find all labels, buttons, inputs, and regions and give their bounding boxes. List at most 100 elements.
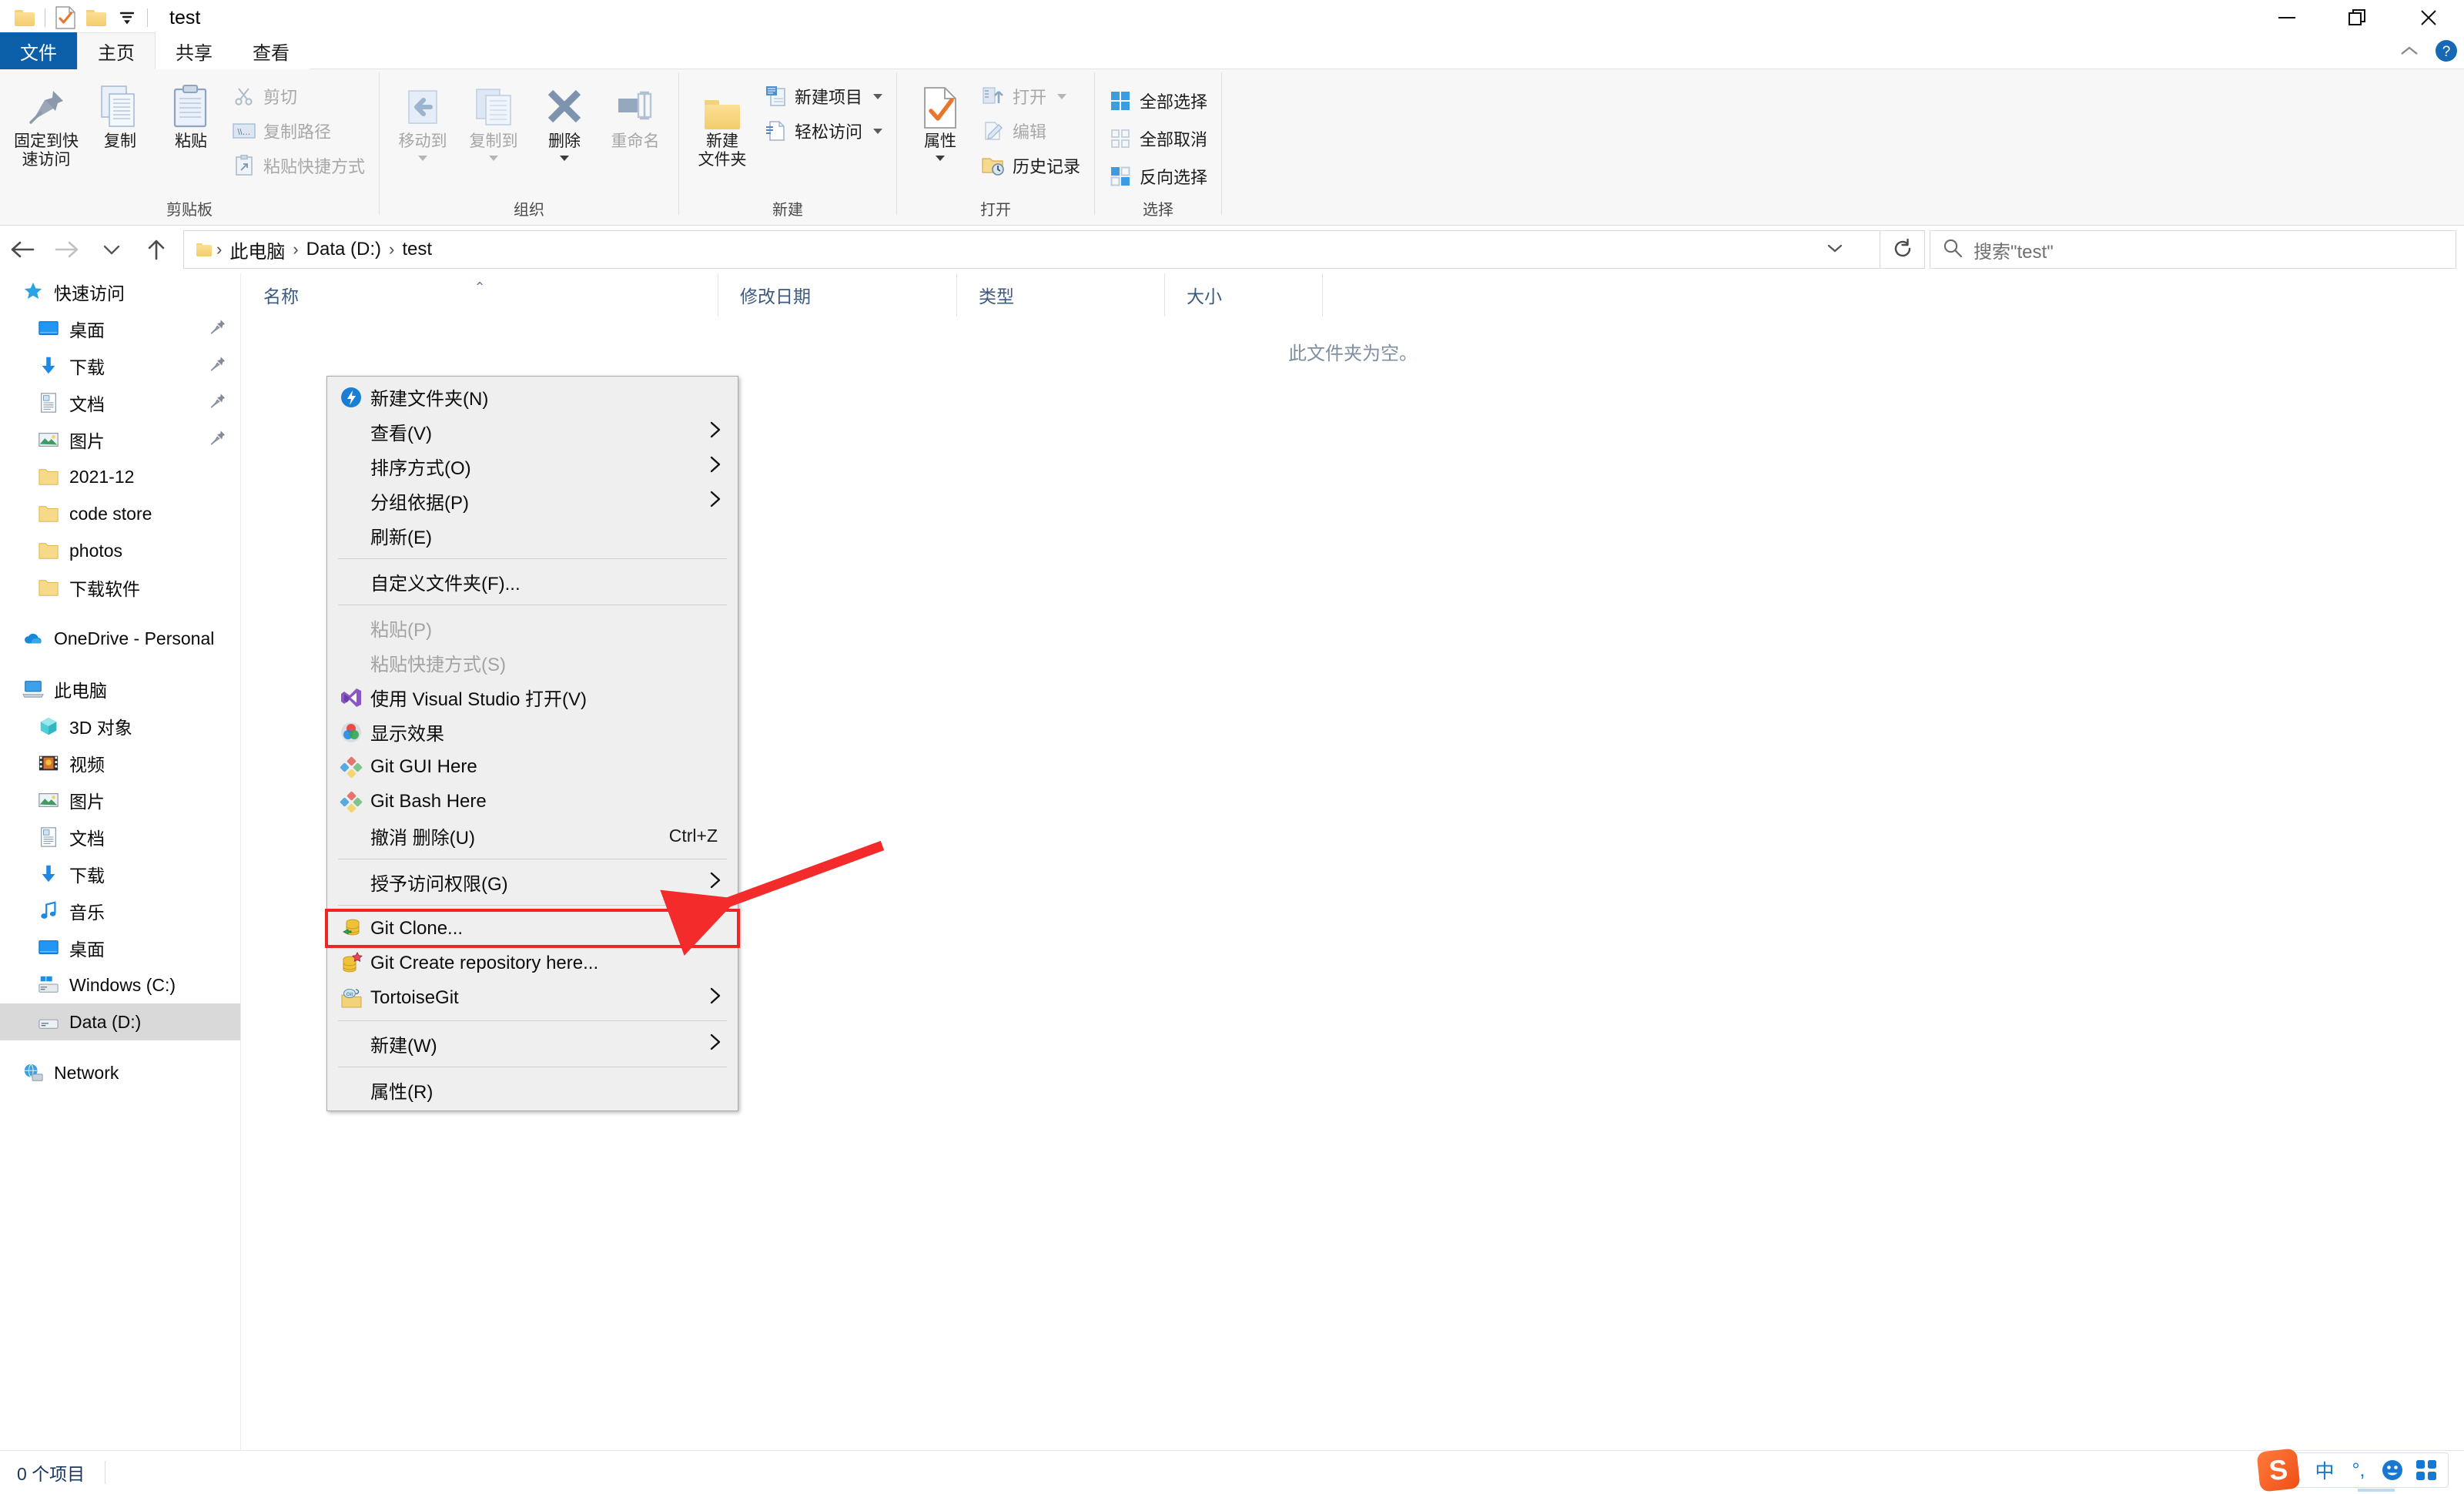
qat-folder-icon[interactable] — [9, 2, 40, 33]
up-button[interactable] — [134, 228, 179, 271]
sidebar-item-[interactable]: 桌面 — [0, 930, 240, 966]
open-button[interactable]: 打开 — [976, 80, 1086, 112]
cut-button[interactable]: 剪切 — [226, 80, 371, 112]
sidebar-item-[interactable]: 音乐 — [0, 893, 240, 930]
ime-smiley-icon[interactable] — [2375, 1455, 2409, 1486]
context-menu-item-git-create-repository-here[interactable]: Git Create repository here... — [327, 946, 738, 980]
back-button[interactable] — [0, 228, 45, 271]
edit-button[interactable]: 编辑 — [976, 115, 1086, 147]
context-menu-item-git-clone[interactable]: Git Clone... — [325, 909, 740, 948]
copy-button[interactable]: 复制 — [85, 75, 156, 156]
sidebar-item-code-store[interactable]: code store — [0, 495, 240, 532]
chevron-down-icon[interactable] — [1057, 93, 1067, 99]
forward-button[interactable] — [45, 228, 89, 271]
maximize-button[interactable] — [2322, 0, 2393, 35]
pin-icon[interactable] — [209, 393, 226, 414]
sidebar-item-windows-c[interactable]: Windows (C:) — [0, 966, 240, 1003]
chevron-down-icon[interactable] — [560, 155, 570, 161]
navigation-pane[interactable]: 快速访问 桌面 下载 文档 图片 2021-12 code store photos 下载软件 O… — [0, 273, 241, 1450]
context-menu-item-显示效果[interactable]: 显示效果 — [327, 715, 738, 749]
context-menu-item-使用-visual-studio-打开-v[interactable]: 使用 Visual Studio 打开(V) — [327, 680, 738, 715]
context-menu-item-新建文件夹-n[interactable]: 新建文件夹(N) — [327, 380, 738, 414]
context-menu-item-tortoisegit[interactable]: Git TortoiseGit — [327, 980, 738, 1015]
context-menu-item-查看-v[interactable]: 查看(V) — [327, 414, 738, 449]
breadcrumb-test[interactable]: test — [396, 239, 438, 260]
select-none-button[interactable]: 全部取消 — [1103, 122, 1214, 155]
properties-button[interactable]: 属性 — [905, 75, 976, 166]
context-menu-item-git-bash-here[interactable]: Git Bash Here — [327, 784, 738, 819]
refresh-button[interactable] — [1880, 230, 1925, 269]
context-menu-item-分组依据-p[interactable]: 分组依据(P) — [327, 484, 738, 518]
sidebar-item-[interactable]: 下载 — [0, 856, 240, 893]
tab-share[interactable]: 共享 — [156, 32, 233, 69]
ime-chinese-mode-button[interactable]: 中 — [2308, 1455, 2342, 1486]
copy-path-button[interactable]: \\… 复制路径 — [226, 115, 371, 147]
sidebar-item-network[interactable]: Network — [0, 1054, 240, 1091]
ime-punctuation-button[interactable]: °, — [2342, 1455, 2375, 1486]
tab-view[interactable]: 查看 — [233, 32, 310, 69]
chevron-down-icon[interactable] — [418, 155, 428, 161]
sidebar-item-[interactable]: 桌面 — [0, 310, 240, 347]
breadcrumb-data-d[interactable]: Data (D:) — [300, 239, 387, 260]
help-icon[interactable]: ? — [2435, 39, 2458, 66]
chevron-down-icon[interactable] — [489, 155, 499, 161]
pin-icon[interactable] — [209, 319, 226, 340]
close-button[interactable] — [2393, 0, 2464, 35]
invert-selection-button[interactable]: 反向选择 — [1103, 160, 1214, 193]
column-header-type[interactable]: 类型 — [956, 273, 1164, 317]
address-dropdown-icon[interactable] — [1826, 242, 1844, 258]
sidebar-item-[interactable]: 视频 — [0, 745, 240, 782]
history-button[interactable]: 历史记录 — [976, 149, 1086, 182]
sidebar-item-2021-12[interactable]: 2021-12 — [0, 458, 240, 495]
delete-button[interactable]: 删除 — [529, 75, 600, 166]
sidebar-item-[interactable]: 图片 — [0, 421, 240, 458]
pin-icon[interactable] — [209, 430, 226, 451]
sidebar-item-[interactable]: 下载软件 — [0, 569, 240, 606]
sidebar-item-[interactable]: 此电脑 — [0, 671, 240, 708]
sidebar-item-[interactable]: 文档 — [0, 819, 240, 856]
context-menu-item-新建-w[interactable]: 新建(W) — [327, 1027, 738, 1061]
paste-shortcut-button[interactable]: 粘贴快捷方式 — [226, 149, 371, 182]
ime-toolbar[interactable]: S 中 °, — [2256, 1448, 2449, 1492]
move-to-button[interactable]: 移动到 — [387, 75, 458, 166]
new-item-button[interactable]: 新建项目 — [758, 80, 889, 112]
sidebar-item-[interactable]: 下载 — [0, 347, 240, 384]
qat-customize-dropdown-icon[interactable] — [112, 2, 142, 33]
copy-to-button[interactable]: 复制到 — [458, 75, 529, 166]
ime-toolbox-icon[interactable] — [2409, 1455, 2443, 1486]
tab-home[interactable]: 主页 — [77, 32, 156, 69]
context-menu-item-撤消-删除-u[interactable]: 撤消 删除(U) Ctrl+Z — [327, 819, 738, 853]
qat-properties-icon[interactable] — [50, 2, 81, 33]
context-menu-item-属性-r[interactable]: 属性(R) — [327, 1073, 738, 1107]
sidebar-item-[interactable]: 快速访问 — [0, 273, 240, 310]
new-folder-button[interactable]: 新建 文件夹 — [687, 75, 758, 173]
address-bar[interactable]: › 此电脑 › Data (D:) › test — [183, 230, 1880, 269]
rename-button[interactable]: 重命名 — [600, 75, 671, 156]
minimize-button[interactable] — [2251, 0, 2322, 35]
sidebar-item-[interactable]: 图片 — [0, 782, 240, 819]
easy-access-button[interactable]: 轻松访问 — [758, 115, 889, 147]
tab-file[interactable]: 文件 — [0, 32, 77, 69]
pin-to-quick-access-button[interactable]: 固定到快 速访问 — [8, 75, 85, 173]
context-menu-item-刷新-e[interactable]: 刷新(E) — [327, 518, 738, 553]
column-header-size[interactable]: 大小 — [1164, 273, 1322, 317]
column-header-date[interactable]: 修改日期 — [718, 273, 956, 317]
context-menu-item-自定义文件夹-f[interactable]: 自定义文件夹(F)... — [327, 564, 738, 599]
sidebar-item-3d[interactable]: 3D 对象 — [0, 708, 240, 745]
pin-icon[interactable] — [209, 356, 226, 377]
breadcrumb-this-pc[interactable]: 此电脑 — [223, 236, 291, 263]
search-input[interactable]: 搜索"test" — [1930, 230, 2456, 269]
sidebar-item-[interactable]: 文档 — [0, 384, 240, 421]
chevron-down-icon[interactable] — [873, 93, 883, 99]
sidebar-item-photos[interactable]: photos — [0, 532, 240, 569]
qat-new-folder-icon[interactable] — [81, 2, 112, 33]
select-all-button[interactable]: 全部选择 — [1103, 85, 1214, 117]
collapse-ribbon-icon[interactable] — [2398, 43, 2421, 62]
sogou-logo-icon[interactable]: S — [2256, 1448, 2301, 1492]
sidebar-item-onedrive-personal[interactable]: OneDrive - Personal — [0, 620, 240, 657]
column-header-name[interactable]: ⌃ 名称 — [242, 273, 718, 317]
context-menu-item-排序方式-o[interactable]: 排序方式(O) — [327, 449, 738, 484]
context-menu[interactable]: 新建文件夹(N) 查看(V) 排序方式(O) 分组依据(P) 刷新(E) 自定义文件夹(F… — [325, 376, 740, 1111]
paste-button[interactable]: 粘贴 — [156, 75, 226, 156]
recent-locations-button[interactable] — [89, 228, 134, 271]
